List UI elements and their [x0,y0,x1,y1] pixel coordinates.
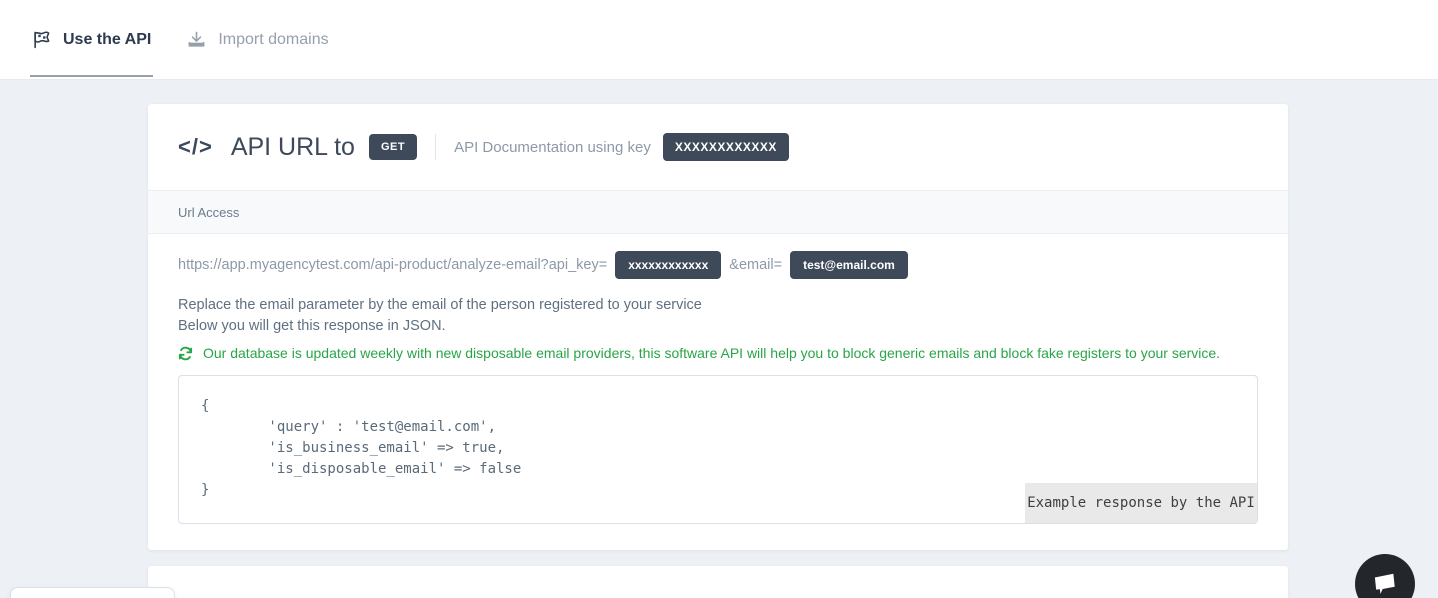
next-section-card [148,566,1288,598]
header-divider [435,134,436,160]
api-url-base: https://app.myagencytest.com/api-product… [178,257,607,273]
example-response-caption: Example response by the API [1025,483,1257,523]
api-usage-card: </> API URL to GET API Documentation usi… [148,104,1288,550]
code-line: { [201,396,1257,417]
note-text: Our database is updated weekly with new … [203,345,1220,361]
email-param-label: &email= [729,257,782,273]
code-icon: </> [178,134,213,160]
description-text: Replace the email parameter by the email… [148,279,1288,337]
description-line-2: Below you will get this response in JSON… [178,316,1258,337]
description-line-1: Replace the email parameter by the email… [178,295,1258,316]
code-line: 'is_disposable_email' => false [201,459,1257,480]
tab-import-domains-label: Import domains [218,31,328,49]
url-access-section-header: Url Access [148,190,1288,234]
example-response-box: { 'query' : 'test@email.com', 'is_busine… [178,375,1258,524]
api-key-masked-badge: XXXXXXXXXXXX [663,133,789,161]
code-line: 'query' : 'test@email.com', [201,417,1257,438]
bottom-left-popup [10,587,175,598]
api-key-value-badge: xxxxxxxxxxxx [615,251,721,279]
http-method-badge: GET [369,134,417,160]
tab-import-domains[interactable]: Import domains [185,0,330,79]
url-access-label: Url Access [178,205,239,220]
chat-bubble-icon [1370,569,1400,598]
api-url-row: https://app.myagencytest.com/api-product… [148,234,1288,279]
top-tab-bar: Use the API Import domains [0,0,1438,80]
refresh-icon [178,346,193,361]
tab-use-the-api-label: Use the API [63,31,151,49]
database-update-note: Our database is updated weekly with new … [148,337,1288,361]
import-icon [187,30,206,49]
tab-use-the-api[interactable]: Use the API [30,0,153,79]
api-doc-label: API Documentation using key [454,139,651,156]
flag-icon [32,30,51,49]
chat-launcher-button[interactable] [1355,554,1415,598]
card-title: API URL to [231,133,355,162]
code-line: 'is_business_email' => true, [201,438,1257,459]
email-value-badge: test@email.com [790,251,908,279]
card-header: </> API URL to GET API Documentation usi… [148,104,1288,190]
